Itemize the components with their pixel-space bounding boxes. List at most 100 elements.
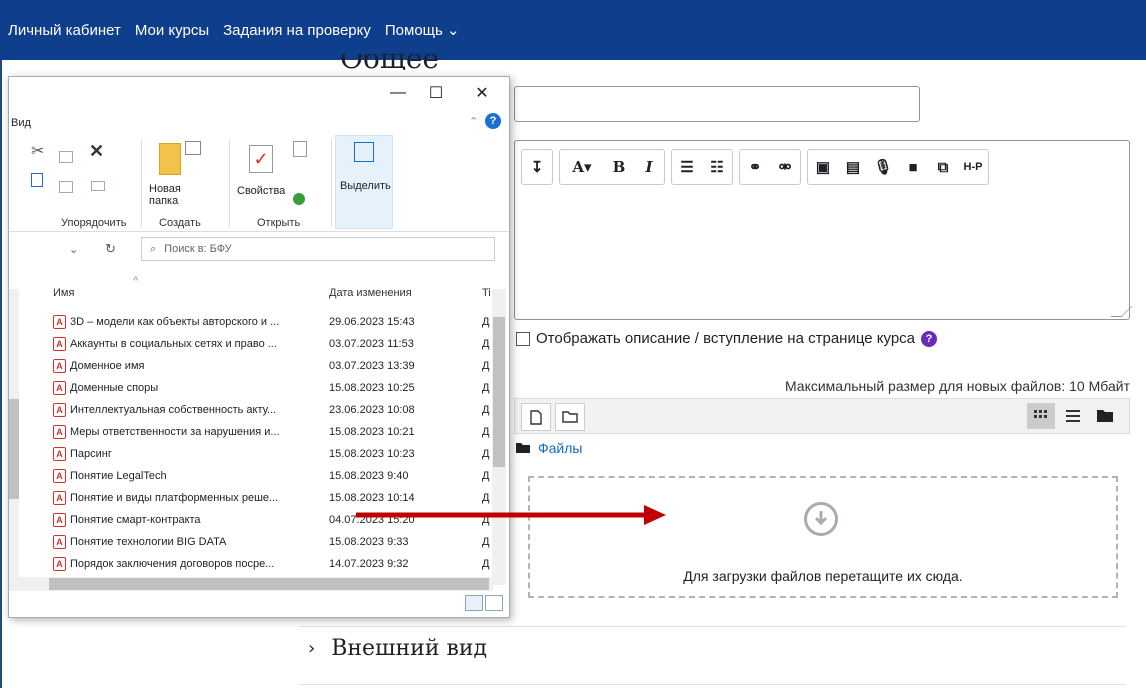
refresh-icon[interactable]: ↻ bbox=[105, 241, 116, 257]
ribbon-separator bbox=[141, 139, 142, 227]
paste-icon[interactable] bbox=[31, 173, 43, 187]
file-type: Д bbox=[482, 316, 490, 328]
file-type: Д bbox=[482, 382, 490, 394]
ribbon-collapse-icon[interactable]: ⌃ bbox=[469, 115, 478, 128]
media-icon[interactable]: ▤ bbox=[838, 150, 868, 184]
name-input[interactable] bbox=[514, 86, 920, 122]
explorer-tabs: Вид ⌃ ? bbox=[9, 111, 509, 133]
file-row[interactable]: A Доменное имя 03.07.2023 13:39 Д bbox=[9, 355, 509, 377]
toolbar-toggle-icon[interactable]: ↧ bbox=[522, 150, 552, 184]
h5p-icon[interactable]: H-P bbox=[958, 150, 988, 184]
history-icon[interactable] bbox=[293, 193, 305, 205]
grid-view-icon[interactable] bbox=[1027, 403, 1055, 429]
file-date: 23.06.2023 10:08 bbox=[329, 404, 415, 416]
vertical-scrollbar[interactable] bbox=[492, 289, 506, 585]
scroll-thumb[interactable] bbox=[49, 578, 489, 590]
nav-assignments[interactable]: Задания на проверку bbox=[223, 22, 371, 39]
rename-icon[interactable] bbox=[91, 181, 105, 191]
cut-icon[interactable]: ✂ bbox=[31, 141, 44, 161]
dropzone-text: Для загрузки файлов перетащите их сюда. bbox=[683, 568, 963, 584]
resize-grip-icon[interactable] bbox=[1110, 306, 1133, 317]
move-to-icon[interactable] bbox=[59, 151, 73, 163]
ribbon-separator bbox=[229, 139, 230, 227]
group-open-caption: Открыть bbox=[257, 217, 301, 229]
file-row[interactable]: A Доменные споры 15.08.2023 10:25 Д bbox=[9, 377, 509, 399]
appearance-section-header[interactable]: › Внешний вид bbox=[308, 636, 487, 661]
file-row[interactable]: A Понятие LegalTech 15.08.2023 9:40 Д bbox=[9, 465, 509, 487]
file-date: 29.06.2023 15:43 bbox=[329, 316, 415, 328]
add-file-icon[interactable] bbox=[521, 403, 551, 431]
create-folder-icon[interactable] bbox=[555, 403, 585, 431]
ribbon-separator bbox=[331, 139, 332, 227]
properties-icon: ✓ bbox=[249, 145, 273, 173]
scroll-thumb[interactable] bbox=[493, 317, 505, 467]
file-row[interactable]: A Порядок заключения договоров посре... 14… bbox=[9, 553, 509, 575]
filepicker-path: Файлы bbox=[516, 440, 582, 456]
search-input[interactable]: ⌕ Поиск в: БФУ bbox=[141, 237, 495, 261]
copy-to-icon[interactable] bbox=[59, 181, 73, 193]
drag-arrow-icon bbox=[356, 505, 666, 525]
minimize-icon[interactable]: — bbox=[383, 81, 413, 105]
new-item-icon[interactable] bbox=[185, 141, 201, 155]
microphone-icon[interactable]: 🎙 bbox=[868, 150, 898, 184]
font-style-icon[interactable]: A▾ bbox=[560, 150, 604, 184]
file-explorer-window[interactable]: — ☐ ✕ Вид ⌃ ? ✂ ✕ Новая папка ✓ Свойства bbox=[8, 76, 510, 618]
copy-icon[interactable]: ⧉ bbox=[928, 150, 958, 184]
file-name: Понятие технологии BIG DATA bbox=[70, 536, 227, 548]
nav-pane-scrollbar[interactable] bbox=[9, 289, 19, 579]
file-date: 15.08.2023 10:14 bbox=[329, 492, 415, 504]
open-icon[interactable] bbox=[293, 141, 307, 157]
file-row[interactable]: A Интеллектуальная собственность акту... 2… bbox=[9, 399, 509, 421]
list-view-icon[interactable] bbox=[1059, 403, 1087, 429]
nav-my-courses[interactable]: Мои курсы bbox=[135, 22, 209, 39]
pdf-icon: A bbox=[53, 381, 66, 395]
close-icon[interactable]: ✕ bbox=[467, 81, 497, 105]
scroll-thumb[interactable] bbox=[9, 399, 19, 499]
appearance-label: Внешний вид bbox=[331, 636, 488, 661]
column-name[interactable]: Имя bbox=[53, 287, 74, 299]
video-icon[interactable]: ■ bbox=[898, 150, 928, 184]
help-icon[interactable]: ? bbox=[485, 113, 501, 129]
details-view-icon[interactable] bbox=[465, 595, 483, 611]
maximize-icon[interactable]: ☐ bbox=[421, 81, 451, 105]
search-placeholder: Поиск в: БФУ bbox=[164, 243, 232, 255]
explorer-titlebar[interactable]: — ☐ ✕ bbox=[9, 77, 509, 109]
file-row[interactable]: A Парсинг 15.08.2023 10:23 Д bbox=[9, 443, 509, 465]
tab-view[interactable]: Вид bbox=[11, 117, 31, 129]
file-name: Понятие и виды платформенных реше... bbox=[70, 492, 279, 504]
file-dropzone[interactable]: Для загрузки файлов перетащите их сюда. bbox=[528, 476, 1118, 598]
unlink-icon[interactable]: ⚮ bbox=[770, 150, 800, 184]
nav-help[interactable]: Помощь ⌄ bbox=[385, 21, 460, 39]
description-editor[interactable]: ↧ A▾ B I ☰ ☷ ⚭ ⚮ ▣ ▤ 🎙 ■ ⧉ H-P bbox=[514, 140, 1133, 320]
bullet-list-icon[interactable]: ☰ bbox=[672, 150, 702, 184]
italic-icon[interactable]: I bbox=[634, 150, 664, 184]
files-folder-link[interactable]: Файлы bbox=[538, 440, 582, 456]
select-grid-icon bbox=[354, 142, 374, 162]
file-row[interactable]: A Аккаунты в социальных сетях и право ...… bbox=[9, 333, 509, 355]
numbered-list-icon[interactable]: ☷ bbox=[702, 150, 732, 184]
large-icons-view-icon[interactable] bbox=[485, 595, 503, 611]
pdf-icon: A bbox=[53, 557, 66, 571]
link-icon[interactable]: ⚭ bbox=[740, 150, 770, 184]
tree-view-icon[interactable] bbox=[1091, 403, 1119, 429]
file-row[interactable]: A Меры ответственности за нарушения и... 1… bbox=[9, 421, 509, 443]
file-date: 15.08.2023 10:23 bbox=[329, 448, 415, 460]
upload-arrow-icon bbox=[804, 502, 838, 536]
file-name: Доменные споры bbox=[70, 382, 159, 394]
bold-icon[interactable]: B bbox=[604, 150, 634, 184]
select-button[interactable]: Выделить bbox=[335, 135, 393, 229]
show-description-checkbox[interactable] bbox=[516, 331, 530, 346]
file-type: Д bbox=[482, 536, 490, 548]
file-row[interactable]: A Понятие технологии BIG DATA 15.08.2023 9… bbox=[9, 531, 509, 553]
file-date: 15.08.2023 9:33 bbox=[329, 536, 409, 548]
horizontal-scrollbar[interactable] bbox=[9, 577, 493, 591]
search-icon: ⌕ bbox=[150, 242, 157, 255]
help-icon[interactable]: ? bbox=[921, 330, 937, 347]
file-row[interactable]: A 3D – модели как объекты авторского и ..… bbox=[9, 311, 509, 333]
image-icon[interactable]: ▣ bbox=[808, 150, 838, 184]
column-type[interactable]: Ti bbox=[482, 287, 491, 299]
nav-dashboard[interactable]: Личный кабинет bbox=[8, 22, 121, 39]
address-dropdown-icon[interactable]: ⌄ bbox=[69, 243, 78, 256]
delete-icon[interactable]: ✕ bbox=[89, 141, 104, 162]
column-date[interactable]: Дата изменения bbox=[329, 287, 412, 299]
